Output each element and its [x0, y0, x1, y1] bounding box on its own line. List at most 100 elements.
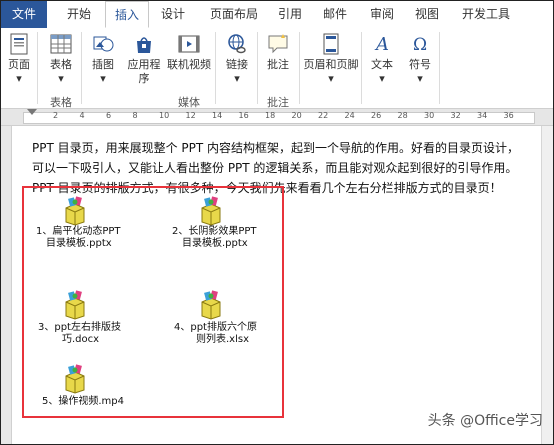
table-dropdown-arrow: ▾ [58, 72, 64, 85]
ruler-number: 36 [503, 111, 514, 120]
page-dropdown-arrow: ▾ [16, 72, 22, 85]
ruler-number: 26 [371, 111, 382, 120]
table-label: 表格 [50, 58, 72, 71]
omega-icon: Ω [413, 35, 427, 55]
svg-text:Ω: Ω [413, 35, 427, 55]
comment-button[interactable]: 批注 [261, 32, 295, 72]
horizontal-ruler[interactable]: 2 4 6 8 10 12 14 16 18 20 22 24 26 28 30 32 34 36 [1, 109, 553, 126]
attachment-file[interactable]: 4、ppt排版六个原 则列表.xlsx [174, 322, 257, 346]
group-separator [81, 32, 82, 104]
tab-view[interactable]: 视图 [407, 1, 447, 28]
ruler-number: 16 [238, 111, 249, 120]
group-label-comments: 批注 [267, 96, 289, 109]
tab-home[interactable]: 开始 [57, 1, 101, 28]
indent-marker[interactable] [27, 109, 37, 115]
tab-references[interactable]: 引用 [271, 1, 309, 28]
group-separator [439, 32, 440, 104]
attachment-name-line1: 2、长阴影效果PPT [172, 226, 257, 237]
text-dropdown-arrow: ▾ [379, 72, 385, 85]
table-icon [50, 34, 72, 54]
globe-link-icon [228, 34, 246, 54]
ribbon-tab-bar: 文件 开始 插入 设计 页面布局 引用 邮件 审阅 视图 开发工具 [1, 1, 553, 29]
ruler-number: 14 [212, 111, 223, 120]
attachment-name-line1: 5、操作视频.mp4 [42, 396, 124, 407]
attachment-file[interactable]: 5、操作视频.mp4 [42, 396, 124, 408]
attachment-name-line1: 1、扁平化动态PPT [36, 226, 121, 237]
ruler-number: 20 [291, 111, 302, 120]
ruler-number: 24 [344, 111, 355, 120]
attachment-file[interactable]: 1、扁平化动态PPT 目录模板.pptx [36, 226, 121, 250]
package-icon[interactable] [62, 196, 88, 226]
page-label: 页面 [8, 58, 30, 71]
ruler-number: 30 [424, 111, 435, 120]
ruler-number: 34 [477, 111, 488, 120]
film-icon [178, 35, 200, 53]
symbol-label: 符号 [409, 58, 431, 71]
group-label-tables: 表格 [50, 96, 72, 109]
comment-icon [268, 34, 288, 54]
attachments-highlight-box: 1、扁平化动态PPT 目录模板.pptx 2、长阴影效果PPT 目录模板.ppt… [22, 186, 284, 418]
tab-file[interactable]: 文件 [1, 1, 47, 28]
package-icon[interactable] [198, 290, 224, 320]
illustration-dropdown-arrow: ▾ [100, 72, 106, 85]
tab-review[interactable]: 审阅 [363, 1, 401, 28]
ruler-number: 18 [265, 111, 276, 120]
attachment-name-line1: 4、ppt排版六个原 [174, 322, 257, 333]
attachment-name-line2: 目录模板.pptx [46, 238, 112, 249]
ruler-number: 28 [397, 111, 408, 120]
attachment-name-line1: 3、ppt左右排版技 [38, 322, 121, 333]
group-separator [257, 32, 258, 104]
vertical-scrollbar[interactable] [541, 126, 553, 444]
ruler-number: 32 [450, 111, 461, 120]
group-separator [361, 32, 362, 104]
package-icon[interactable] [62, 364, 88, 394]
word-window: 文件 开始 插入 设计 页面布局 引用 邮件 审阅 视图 开发工具 页面 ▾ 表… [0, 0, 554, 445]
header-footer-icon [323, 33, 339, 55]
text-box-icon: A [374, 34, 389, 55]
group-separator [215, 32, 216, 104]
apps-button[interactable]: 应用程 序 [125, 32, 163, 86]
ruler-number: 8 [132, 111, 138, 120]
ruler-number: 22 [318, 111, 329, 120]
illustration-icon [93, 36, 114, 52]
paragraph-line: 可以一下吸引人，又能让人看出整份 PPT 的逻辑关系，而且能对观众起到很好的引导… [32, 161, 518, 175]
illustration-button[interactable]: 插图 ▾ [85, 32, 121, 86]
tab-page-layout[interactable]: 页面布局 [201, 1, 267, 28]
header-footer-label: 页眉和页脚 [303, 58, 359, 71]
symbol-dropdown-arrow: ▾ [417, 72, 423, 85]
symbol-button[interactable]: Ω 符号 ▾ [403, 32, 437, 86]
attachment-file[interactable]: 2、长阴影效果PPT 目录模板.pptx [172, 226, 257, 250]
package-icon[interactable] [62, 290, 88, 320]
tab-developer[interactable]: 开发工具 [453, 1, 519, 28]
page-button[interactable]: 页面 ▾ [3, 32, 35, 86]
link-dropdown-arrow: ▾ [234, 72, 240, 85]
text-button[interactable]: A 文本 ▾ [365, 32, 399, 86]
attachment-file[interactable]: 3、ppt左右排版技 巧.docx [38, 322, 121, 346]
group-separator [299, 32, 300, 104]
header-footer-dropdown-arrow: ▾ [328, 72, 334, 85]
apps-label-line2: 序 [138, 72, 150, 85]
group-label-media: 媒体 [178, 96, 200, 109]
illustration-label: 插图 [92, 58, 114, 71]
group-separator [37, 32, 38, 104]
link-button[interactable]: 链接 ▾ [219, 32, 255, 86]
ruler-number: 6 [106, 111, 112, 120]
attachment-name-line2: 巧.docx [62, 334, 100, 345]
header-footer-button[interactable]: 页眉和页脚 ▾ [303, 32, 359, 86]
apps-store-icon [137, 37, 151, 53]
online-video-label: 联机视频 [167, 58, 211, 71]
attachment-name-line2: 目录模板.pptx [182, 238, 248, 249]
online-video-button[interactable]: 联机视频 [165, 32, 213, 72]
ruler-number: 4 [79, 111, 85, 120]
paragraph-line: PPT 目录页，用来展现整个 PPT 内容结构框架，起到一个导航的作用。好看的目… [32, 141, 520, 155]
document-page[interactable]: PPT 目录页，用来展现整个 PPT 内容结构框架，起到一个导航的作用。好看的目… [11, 126, 542, 444]
svg-text:A: A [374, 34, 389, 55]
tab-design[interactable]: 设计 [153, 1, 193, 28]
table-button[interactable]: 表格 ▾ [43, 32, 79, 86]
tab-insert[interactable]: 插入 [105, 1, 149, 28]
package-icon[interactable] [198, 196, 224, 226]
tab-mailings[interactable]: 邮件 [315, 1, 355, 28]
comment-label: 批注 [267, 58, 289, 71]
attachment-name-line2: 则列表.xlsx [196, 334, 250, 345]
watermark: 头条 @Office学习 [427, 413, 543, 429]
